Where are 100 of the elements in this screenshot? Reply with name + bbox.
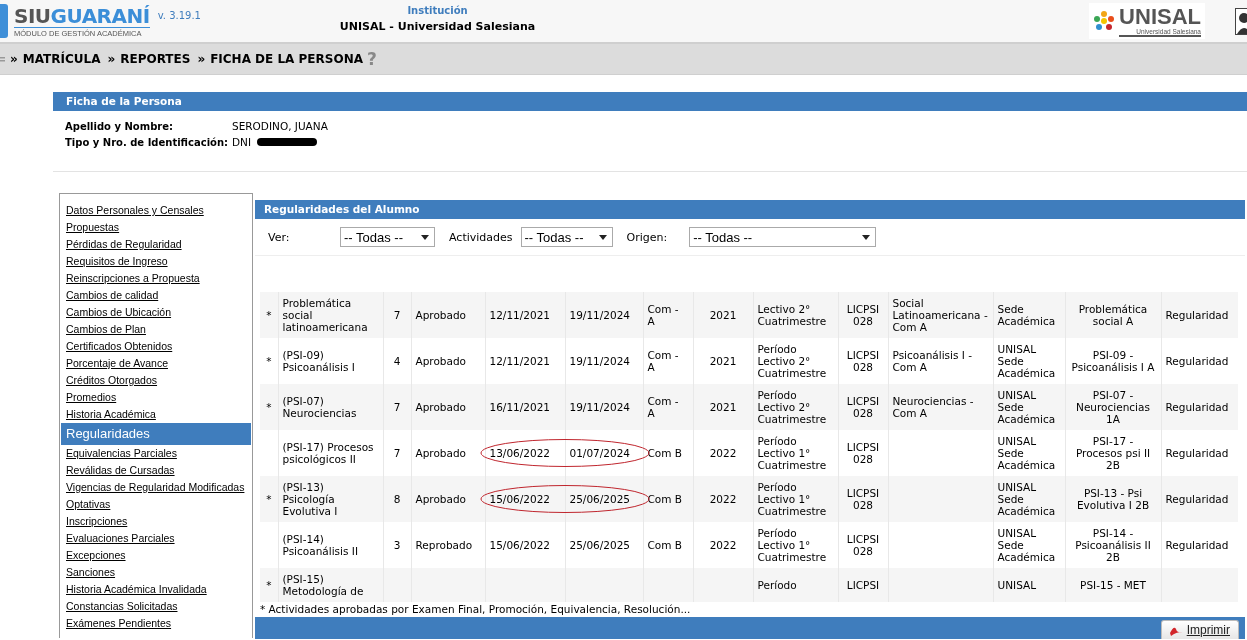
print-button[interactable]: Imprimir <box>1160 620 1239 639</box>
table-cell: 7 <box>393 309 401 321</box>
table-cell: Com - A <box>647 395 679 419</box>
app-logo-text: SIUGUARANÍ <box>14 4 150 27</box>
table-cell: Aprobado <box>415 493 467 505</box>
sidebar-link[interactable]: Datos Personales y Censales <box>61 202 252 219</box>
table-cell: 16/11/2021 <box>489 401 551 413</box>
sidebar-link[interactable]: Propuestas <box>61 219 252 236</box>
table-cell: Aprobado <box>415 309 467 321</box>
sidebar-link[interactable]: Constancias Solicitadas <box>61 598 252 615</box>
table-cell: Regularidad <box>1165 401 1229 413</box>
menu-icon <box>0 56 5 62</box>
version-label: v. 3.19.1 <box>157 10 201 21</box>
sidebar-link[interactable]: Equivalencias Parciales <box>61 445 252 462</box>
breadcrumb-separator: » <box>197 52 206 66</box>
table-cell: LICPSI 028 <box>846 487 880 511</box>
table-cell: LICPSI 028 <box>846 395 880 419</box>
table-cell: (PSI-13) Psicología Evolutiva I <box>282 481 338 517</box>
filter-dropdown[interactable]: -- Todas -- <box>340 227 435 247</box>
sidebar-link[interactable]: Historia Académica Invalidada <box>61 581 252 598</box>
table-cell: Período Lectivo 1° Cuatrimestre <box>757 527 827 563</box>
sidebar-link[interactable]: Historia Académica <box>61 406 252 423</box>
table-cell: Sede Académica <box>997 303 1056 327</box>
table-cell: (PSI-15) Metodología de <box>282 573 364 597</box>
table-cell: 12/11/2021 <box>489 355 551 367</box>
sidebar-link[interactable]: Optativas <box>61 496 252 513</box>
sidebar-link[interactable]: Regularidades <box>61 423 251 445</box>
table-cell: 2022 <box>709 539 737 551</box>
breadcrumb-separator: » <box>107 52 116 66</box>
table-cell: UNISAL Sede Académica <box>997 389 1056 425</box>
table-cell: Problemática social latinoamericana <box>282 297 368 333</box>
filter-label: Origen: <box>626 230 668 244</box>
table-cell: Com - A <box>647 349 679 373</box>
table-cell: 3 <box>393 539 401 551</box>
table-cell: PSI-17 - Procesos psi II 2B <box>1075 435 1151 471</box>
sidebar-link[interactable]: Inscripciones <box>61 513 252 530</box>
table-cell: (PSI-09) Psicoanálisis I <box>282 349 355 373</box>
table-cell: (PSI-07) Neurociencias <box>282 395 357 419</box>
sidebar-link[interactable]: Excepciones <box>61 547 252 564</box>
table-cell: PSI-09 - Psicoanálisis I A <box>1071 349 1155 373</box>
sidebar-link[interactable]: Vigencias de Regularidad Modificadas <box>61 479 252 496</box>
table-cell: Com - A <box>647 303 679 327</box>
approval-mark: * <box>266 493 272 505</box>
filter-dropdown[interactable]: -- Todas -- <box>689 227 877 247</box>
sidebar-link[interactable]: Evaluaciones Parciales <box>61 530 252 547</box>
caret-icon <box>598 234 607 240</box>
table-cell: LICPSI <box>846 579 880 591</box>
table-cell: Período Lectivo 1° Cuatrimestre <box>757 435 827 471</box>
table-cell: UNISAL Sede Académica <box>997 481 1056 517</box>
table-cell: 2022 <box>709 447 737 459</box>
breadcrumb-item[interactable]: MATRÍCULA <box>22 52 101 66</box>
table-cell: Regularidad <box>1165 309 1229 321</box>
breadcrumb-item[interactable]: FICHA DE LA PERSONA <box>210 52 363 66</box>
sidebar-link[interactable]: Cambios de calidad <box>61 287 252 304</box>
sidebar-link[interactable]: Pérdidas de Regularidad <box>61 236 252 253</box>
field-label: Apellido y Nombre: <box>65 120 174 132</box>
sidebar-link[interactable]: Reválidas de Cursadas <box>61 462 252 479</box>
approval-mark: * <box>266 309 272 321</box>
sidebar-link[interactable]: Certificados Obtenidos <box>61 338 252 355</box>
breadcrumb-item[interactable]: REPORTES <box>120 52 191 66</box>
sidebar-link[interactable]: Promedios <box>61 389 252 406</box>
table-cell: 2021 <box>709 355 737 367</box>
table-cell: Período <box>757 579 797 591</box>
sidebar-link[interactable]: Porcentaje de Avance <box>61 355 252 372</box>
table-cell: 15/06/2022 <box>489 493 551 505</box>
table-cell: Com B <box>647 539 683 551</box>
table-cell: Regularidad <box>1165 355 1229 367</box>
approval-mark: * <box>266 401 272 413</box>
sidebar-link[interactable]: Reinscripciones a Propuesta <box>61 270 252 287</box>
table-cell: 7 <box>393 401 401 413</box>
filter-dropdown[interactable]: -- Todas -- <box>520 227 613 247</box>
table-cell: PSI-13 - Psi Evolutiva I 2B <box>1076 487 1150 511</box>
table-cell: Psicoanálisis I - Com A <box>892 349 972 373</box>
table-cell: LICPSI 028 <box>846 533 880 557</box>
sidebar-link[interactable]: Requisitos de Ingreso <box>61 253 252 270</box>
table-cell: Com B <box>647 447 683 459</box>
table-cell: Social Latinoamericana - Com A <box>892 297 988 333</box>
table-cell: 15/06/2022 <box>489 539 551 551</box>
field-value: DNI <box>232 136 252 148</box>
sidebar-link[interactable]: Cambios de Plan <box>61 321 252 338</box>
logo-bar <box>0 4 8 38</box>
table-cell: PSI-07 - Neurociencias 1A <box>1076 389 1150 425</box>
table-cell: 7 <box>393 447 401 459</box>
sidebar-link[interactable]: Cambios de Ubicación <box>61 304 252 321</box>
sidebar-link[interactable]: Créditos Otorgados <box>61 372 252 389</box>
table-cell: Regularidad <box>1165 493 1229 505</box>
table-cell: LICPSI 028 <box>846 441 880 465</box>
partner-name: UNISAL <box>1119 5 1201 28</box>
table-cell: (PSI-14) Psicoanálisis II <box>282 533 358 557</box>
people-star-icon <box>1093 10 1116 32</box>
sidebar-link[interactable]: Exámenes Pendientes <box>61 615 252 632</box>
table-cell: LICPSI 028 <box>846 303 880 327</box>
field-label: Tipo y Nro. de Identificación: <box>65 136 230 148</box>
table-cell: 19/11/2024 <box>569 309 631 321</box>
footnote: * Actividades aprobadas por Examen Final, Promoción, Equivalencia, Resolución... <box>259 603 692 615</box>
institution-name: UNISAL - Universidad Salesiana <box>338 20 537 33</box>
table-cell: LICPSI 028 <box>846 349 880 373</box>
institution-label: Institución <box>406 5 469 16</box>
table-cell: 12/11/2021 <box>489 309 551 321</box>
sidebar-link[interactable]: Sanciones <box>61 564 252 581</box>
